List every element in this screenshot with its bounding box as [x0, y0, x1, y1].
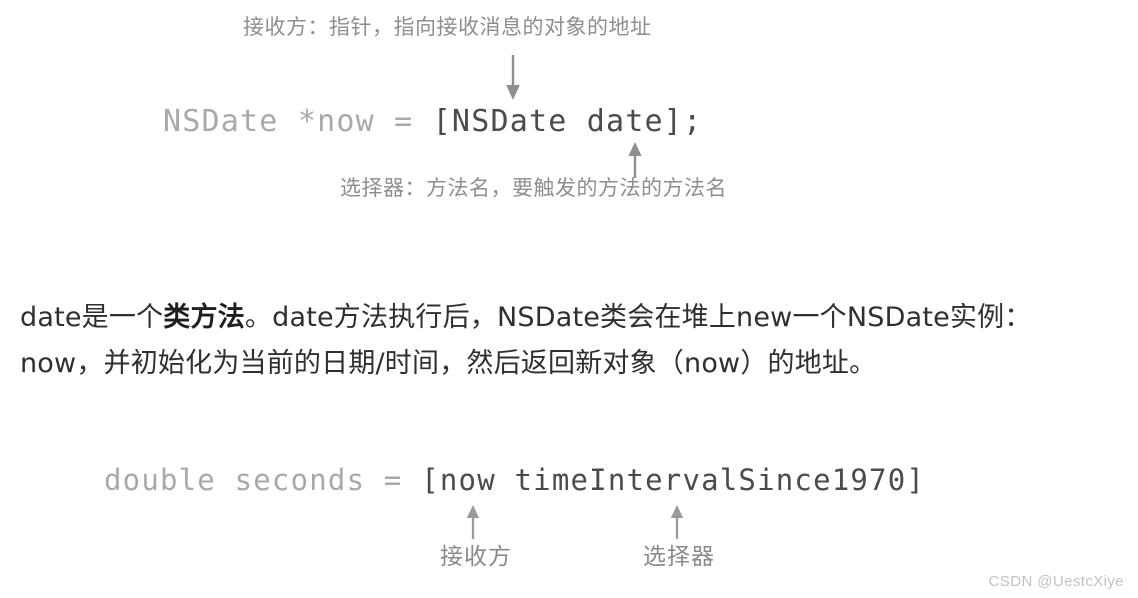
arrow-up-receiver-icon	[461, 505, 485, 539]
code-message-expression-2: [now timeIntervalSince1970]	[421, 463, 926, 497]
csdn-watermark: CSDN @UestcXiye	[988, 573, 1124, 590]
body-paragraph: date是一个类方法。date方法执行后，NSDate类会在堆上new一个NSD…	[20, 295, 1092, 387]
caption-receiver-top: 接收方：指针，指向接收消息的对象的地址	[243, 15, 652, 39]
arrow-up-selector-icon	[665, 505, 689, 539]
code-line-seconds: double seconds = [now timeIntervalSince1…	[104, 463, 925, 497]
label-selector-bottom: 选择器	[643, 544, 715, 570]
arrow-up-icon	[622, 142, 648, 178]
code-message-expression: [NSDate date];	[432, 104, 703, 139]
figure-bottom-message-parts	[0, 440, 1138, 570]
page-root: 接收方：指针，指向接收消息的对象的地址 NSDate *now = [NSDat…	[0, 0, 1138, 598]
code-declaration-part: NSDate *now =	[163, 104, 433, 139]
paragraph-segment-1: date是一个	[20, 302, 164, 333]
code-line-nsdate: NSDate *now = [NSDate date];	[163, 104, 702, 139]
figure-top-message-syntax: 接收方：指针，指向接收消息的对象的地址 NSDate *now = [NSDat…	[0, 0, 1138, 220]
label-receiver-bottom: 接收方	[440, 544, 512, 570]
arrow-down-icon	[500, 55, 526, 101]
paragraph-bold-term: 类方法	[163, 302, 245, 333]
caption-selector-top: 选择器：方法名，要触发的方法的方法名	[340, 176, 727, 200]
code-declaration-part-2: double seconds =	[104, 463, 422, 497]
